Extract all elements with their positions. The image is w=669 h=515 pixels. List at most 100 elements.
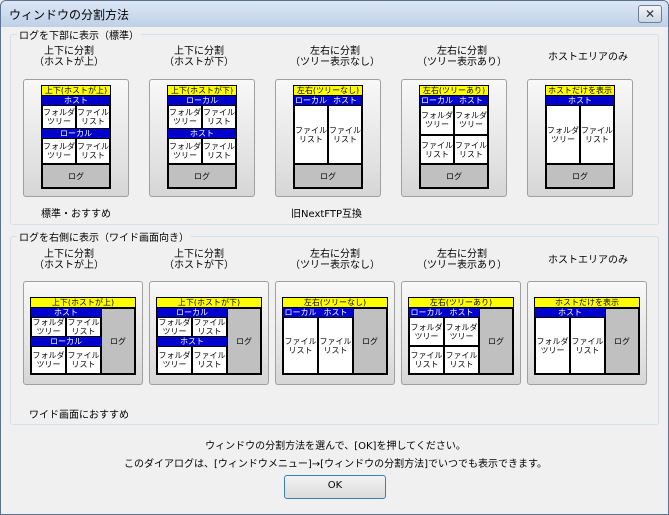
dialog-window: ウィンドウの分割方法 ✕ ログを下部に表示（標準） 上下に分割 （ホストが上） … (0, 0, 669, 515)
preview-header: 上下(ホストが下) (157, 298, 261, 308)
preview-file-list: ファイル リスト (444, 346, 479, 374)
preview-local-bar: ローカル (31, 337, 101, 346)
layout-option-bottom-5[interactable]: ホストだけを表示 ホスト フォルダ ツリー ファイル リスト ログ (527, 79, 633, 197)
preview-host-bar: ホスト (535, 308, 605, 317)
preview-local-bar: ローカル (283, 308, 318, 317)
option-label: 上下に分割 （ホストが下） (164, 46, 234, 68)
option-label: 左右に分割 （ツリー表示なし） (290, 249, 380, 271)
instruction-text: ウィンドウの分割方法を選んで、[OK]を押してください。 (205, 441, 466, 452)
preview-header: 上下(ホストが上) (42, 86, 110, 96)
preview-folder-tree: フォルダ ツリー (31, 346, 66, 374)
preview-folder-tree: フォルダ ツリー (409, 317, 444, 346)
preview-file-list: ファイル リスト (202, 105, 236, 129)
preview-file-list: ファイル リスト (318, 317, 353, 374)
option-label: 上下に分割 （ホストが下） (164, 249, 234, 271)
layout-preview: ホストだけを表示 ホスト フォルダ ツリー ファイル リスト ログ (534, 297, 640, 375)
preview-log: ログ (605, 308, 639, 374)
layout-option-right-3[interactable]: 左右(ツリーなし) ローカル ホスト ファイル リスト ファイル リスト ログ (275, 281, 395, 385)
preview-host-bar: ホスト (168, 129, 236, 138)
group-log-bottom-title: ログを下部に表示（標準） (19, 31, 139, 42)
preview-host-bar: ホスト (328, 96, 362, 105)
option-label: ホストエリアのみ (548, 255, 628, 266)
preview-folder-tree: フォルダ ツリー (420, 105, 454, 135)
preview-host-bar: ホスト (31, 308, 101, 317)
preview-file-list: ファイル リスト (294, 105, 328, 164)
instruction-text: このダイアログは、[ウィンドウメニュー]→[ウィンドウの分割方法]でいつでも表示… (124, 459, 547, 470)
note-recommended: 標準・おすすめ (41, 209, 111, 220)
layout-preview: 左右(ツリーあり) ローカル ホスト フォルダ ツリー フォルダ ツリー ファイ… (408, 297, 514, 375)
preview-folder-tree: フォルダ ツリー (168, 105, 202, 129)
layout-option-bottom-1[interactable]: 上下(ホストが上) ホスト フォルダ ツリー ファイル リスト ローカル フォル… (23, 79, 129, 197)
preview-folder-tree: フォルダ ツリー (31, 317, 66, 337)
preview-local-bar: ローカル (420, 96, 454, 105)
layout-preview: ホストだけを表示 ホスト フォルダ ツリー ファイル リスト ログ (545, 85, 615, 189)
layout-preview: 上下(ホストが下) ローカル フォルダ ツリー ファイル リスト ホスト フォル… (167, 85, 237, 189)
preview-host-bar: ホスト (42, 96, 110, 105)
layout-option-bottom-4[interactable]: 左右(ツリーあり) ローカル ホスト フォルダ ツリー フォルダ ツリー ファイ… (401, 79, 507, 197)
ok-button[interactable]: OK (284, 475, 386, 499)
layout-option-right-4[interactable]: 左右(ツリーあり) ローカル ホスト フォルダ ツリー フォルダ ツリー ファイ… (401, 281, 521, 385)
option-label: 左右に分割 （ツリー表示あり） (417, 249, 507, 271)
option-label: 左右に分割 （ツリー表示あり） (417, 46, 507, 68)
dialog-client: ログを下部に表示（標準） 上下に分割 （ホストが上） 上下(ホストが上) ホスト… (7, 27, 662, 510)
preview-log: ログ (546, 164, 614, 188)
preview-host-bar: ホスト (444, 308, 479, 317)
layout-preview: 上下(ホストが上) ホスト フォルダ ツリー ファイル リスト ローカル フォル… (41, 85, 111, 189)
preview-log: ログ (353, 308, 387, 374)
preview-folder-tree: フォルダ ツリー (42, 138, 76, 164)
preview-file-list: ファイル リスト (328, 105, 362, 164)
layout-option-bottom-2[interactable]: 上下(ホストが下) ローカル フォルダ ツリー ファイル リスト ホスト フォル… (149, 79, 255, 197)
preview-local-bar: ローカル (42, 129, 110, 138)
preview-file-list: ファイル リスト (66, 346, 101, 374)
preview-file-list: ファイル リスト (192, 317, 227, 337)
layout-preview: 上下(ホストが上) ホスト フォルダ ツリー ファイル リスト ローカル フォル… (30, 297, 136, 375)
preview-header: 左右(ツリーあり) (420, 86, 488, 96)
preview-header: ホストだけを表示 (546, 86, 614, 96)
preview-host-bar: ホスト (454, 96, 488, 105)
preview-host-bar: ホスト (157, 337, 227, 346)
close-button[interactable]: ✕ (638, 5, 662, 23)
preview-header: 左右(ツリーあり) (409, 298, 513, 308)
layout-option-bottom-3[interactable]: 左右(ツリーなし) ローカル ホスト ファイル リスト ファイル リスト ログ (275, 79, 381, 197)
preview-file-list: ファイル リスト (66, 317, 101, 337)
preview-file-list: ファイル リスト (570, 317, 605, 374)
preview-folder-tree: フォルダ ツリー (157, 317, 192, 337)
preview-log: ログ (168, 164, 236, 188)
preview-header: ホストだけを表示 (535, 298, 639, 308)
group-log-right-title: ログを右側に表示（ワイド画面向き） (19, 233, 189, 244)
preview-folder-tree: フォルダ ツリー (168, 138, 202, 164)
preview-folder-tree: フォルダ ツリー (454, 105, 488, 135)
preview-local-bar: ローカル (157, 308, 227, 317)
layout-option-right-2[interactable]: 上下(ホストが下) ローカル フォルダ ツリー ファイル リスト ホスト フォル… (149, 281, 269, 385)
preview-file-list: ファイル リスト (420, 135, 454, 164)
preview-folder-tree: フォルダ ツリー (42, 105, 76, 129)
layout-preview: 左右(ツリーなし) ローカル ホスト ファイル リスト ファイル リスト ログ (282, 297, 388, 375)
preview-folder-tree: フォルダ ツリー (157, 346, 192, 374)
option-label: 上下に分割 （ホストが上） (34, 249, 104, 271)
preview-log: ログ (479, 308, 513, 374)
preview-file-list: ファイル リスト (76, 105, 110, 129)
note-nextftp: 旧NextFTP互換 (291, 209, 363, 220)
layout-option-right-1[interactable]: 上下(ホストが上) ホスト フォルダ ツリー ファイル リスト ローカル フォル… (23, 281, 143, 385)
preview-file-list: ファイル リスト (454, 135, 488, 164)
preview-header: 上下(ホストが下) (168, 86, 236, 96)
preview-header: 左右(ツリーなし) (294, 86, 362, 96)
layout-preview: 上下(ホストが下) ローカル フォルダ ツリー ファイル リスト ホスト フォル… (156, 297, 262, 375)
option-label: ホストエリアのみ (548, 52, 628, 63)
preview-file-list: ファイル リスト (192, 346, 227, 374)
preview-file-list: ファイル リスト (580, 105, 614, 164)
preview-local-bar: ローカル (168, 96, 236, 105)
preview-log: ログ (227, 308, 261, 374)
preview-local-bar: ローカル (294, 96, 328, 105)
preview-file-list: ファイル リスト (283, 317, 318, 374)
layout-option-right-5[interactable]: ホストだけを表示 ホスト フォルダ ツリー ファイル リスト ログ (527, 281, 647, 385)
preview-log: ログ (294, 164, 362, 188)
preview-file-list: ファイル リスト (202, 138, 236, 164)
preview-file-list: ファイル リスト (76, 138, 110, 164)
option-label: 左右に分割 （ツリー表示なし） (290, 46, 380, 68)
layout-preview: 左右(ツリーなし) ローカル ホスト ファイル リスト ファイル リスト ログ (293, 85, 363, 189)
preview-header: 上下(ホストが上) (31, 298, 135, 308)
note-wide: ワイド画面におすすめ (29, 410, 129, 421)
preview-host-bar: ホスト (546, 96, 614, 105)
preview-header: 左右(ツリーなし) (283, 298, 387, 308)
